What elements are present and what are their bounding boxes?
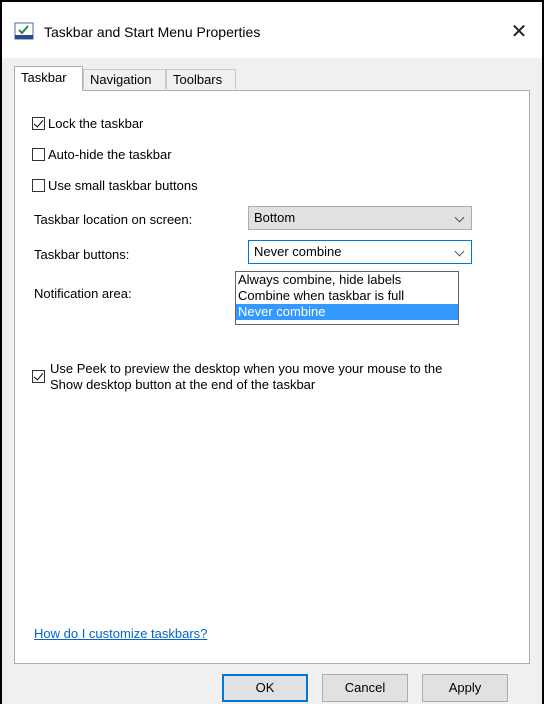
properties-dialog: Taskbar and Start Menu Properties ✕ Task…	[2, 2, 542, 704]
apply-button[interactable]: Apply	[422, 674, 508, 702]
location-label: Taskbar location on screen:	[34, 212, 193, 227]
small-buttons-option[interactable]: Use small taskbar buttons	[32, 176, 198, 194]
taskbar-tab-panel: Lock the taskbar Auto-hide the taskbar U…	[14, 90, 530, 664]
peek-label-line1: Use Peek to preview the desktop when you…	[50, 361, 443, 376]
dropdown-option-always-combine[interactable]: Always combine, hide labels	[236, 272, 458, 288]
peek-option[interactable]: Use Peek to preview the desktop when you…	[32, 361, 442, 393]
location-value: Bottom	[254, 210, 296, 225]
tab-toolbars[interactable]: Toolbars	[166, 69, 236, 89]
chevron-down-icon	[454, 212, 465, 223]
taskbar-buttons-dropdown: Always combine, hide labels Combine when…	[235, 271, 459, 325]
peek-checkbox[interactable]	[32, 370, 45, 383]
notification-area-label: Notification area:	[34, 286, 132, 301]
taskbar-buttons-value: Never combine	[254, 244, 342, 259]
small-buttons-label: Use small taskbar buttons	[48, 177, 198, 193]
window-title: Taskbar and Start Menu Properties	[44, 24, 261, 40]
lock-taskbar-option[interactable]: Lock the taskbar	[32, 114, 143, 132]
location-select[interactable]: Bottom	[248, 206, 472, 230]
auto-hide-option[interactable]: Auto-hide the taskbar	[32, 145, 172, 163]
auto-hide-checkbox[interactable]	[32, 147, 45, 161]
auto-hide-label: Auto-hide the taskbar	[48, 146, 172, 162]
help-link[interactable]: How do I customize taskbars?	[34, 626, 207, 641]
small-buttons-checkbox[interactable]	[32, 178, 45, 192]
ok-button[interactable]: OK	[222, 674, 308, 702]
lock-taskbar-label: Lock the taskbar	[48, 115, 144, 131]
peek-label-line2: Show desktop button at the end of the ta…	[50, 377, 316, 392]
title-bar[interactable]: Taskbar and Start Menu Properties ✕	[2, 2, 542, 58]
dropdown-option-combine-when-full[interactable]: Combine when taskbar is full	[236, 288, 458, 304]
taskbar-buttons-select[interactable]: Never combine	[248, 240, 472, 264]
taskbar-properties-icon	[14, 22, 34, 40]
dropdown-option-never-combine[interactable]: Never combine	[236, 304, 458, 320]
tab-navigation[interactable]: Navigation	[83, 69, 166, 89]
close-icon[interactable]: ✕	[496, 12, 542, 50]
chevron-down-icon	[454, 246, 465, 257]
lock-taskbar-checkbox[interactable]	[32, 116, 45, 130]
taskbar-buttons-label: Taskbar buttons:	[34, 247, 130, 262]
tab-taskbar[interactable]: Taskbar	[14, 66, 83, 91]
cancel-button[interactable]: Cancel	[322, 674, 408, 702]
